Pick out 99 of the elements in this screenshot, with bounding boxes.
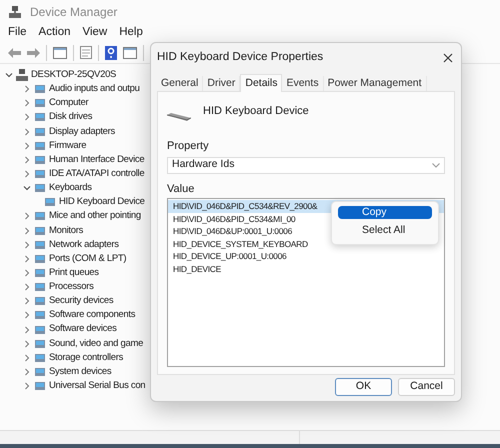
tree-item[interactable]: Network adapters [49,238,119,252]
device-icon [34,267,46,280]
device-icon [34,324,46,336]
window-title: Device Manager [30,4,118,21]
menu-item[interactable]: Select All [338,224,432,237]
menu-item[interactable]: View [78,24,112,42]
close-icon[interactable] [443,53,453,63]
value-item[interactable]: HID\VID_046D&PID_C534&MI_00 [168,212,300,225]
device-name: HID Keyboard Device [203,104,309,119]
chevron-right-icon[interactable] [23,99,31,108]
tree-item[interactable]: Monitors [49,224,84,238]
tree-item[interactable]: Software components [49,308,136,323]
value-item[interactable]: HID_DEVICE_SYSTEM_KEYBOARD [168,238,313,250]
device-icon [34,83,46,96]
device-manager-icon [8,5,22,19]
menu-item[interactable]: File [4,24,31,42]
tree-item[interactable]: Universal Serial Bus con [49,379,146,394]
document-icon[interactable] [80,46,92,59]
chevron-right-icon[interactable] [23,283,31,292]
tree-item[interactable]: Audio inputs and outpu [49,82,140,96]
device-icon [34,210,46,222]
cancel-button[interactable]: Cancel [398,378,455,396]
value-item[interactable]: HID_DEVICE_UP:0001_U:0006 [168,250,292,262]
device-icon [34,309,46,322]
tree-item[interactable]: Print queues [49,266,99,280]
property-dropdown[interactable]: Hardware Ids [167,156,445,174]
chevron-right-icon[interactable] [23,326,31,334]
tree-item[interactable]: Firmware [49,138,86,153]
device-icon [34,182,46,194]
chevron-down-icon[interactable] [23,184,31,192]
back-arrow-icon[interactable] [8,48,21,58]
forward-arrow-icon[interactable] [27,48,40,58]
device-icon [34,295,46,308]
tree-item[interactable]: Processors [49,280,94,294]
dialog-title: HID Keyboard Device Properties [157,50,324,66]
tab[interactable]: Details [240,74,282,92]
device-icon [34,140,46,152]
device-icon [34,238,46,251]
tree-item[interactable]: DESKTOP-25QV20S [31,68,116,82]
device-icon [34,154,46,166]
chevron-right-icon[interactable] [23,226,31,235]
tree-item[interactable]: Storage controllers [49,350,124,366]
tree-item[interactable]: Disk drives [49,110,92,125]
tree-item[interactable]: Ports (COM & LPT) [49,252,126,266]
chevron-right-icon[interactable] [23,240,31,249]
chevron-right-icon[interactable] [23,156,31,164]
tree-item[interactable]: HID Keyboard Device [59,195,145,210]
tree-item[interactable]: Mice and other pointing [49,209,141,224]
tree-item[interactable]: Human Interface Device [49,152,144,168]
window-icon[interactable] [123,46,137,58]
chevron-right-icon[interactable] [23,85,31,94]
device-icon [34,126,46,138]
property-label: Property [167,139,210,154]
help-icon[interactable] [105,46,117,60]
chevron-right-icon[interactable] [23,142,31,150]
device-icon [34,352,46,364]
chevron-right-icon[interactable] [23,254,31,263]
chevron-right-icon[interactable] [23,212,31,220]
device-icon [34,111,46,124]
tree-item[interactable]: Computer [49,96,88,110]
chevron-down-icon[interactable] [5,71,13,80]
device-icon [34,97,46,110]
tree-item[interactable]: Display adapters [49,124,115,139]
device-icon [44,196,56,208]
tree-item[interactable]: System devices [49,364,112,380]
menu-item[interactable]: Copy [338,206,432,219]
chevron-right-icon[interactable] [23,382,31,390]
device-icon [34,338,46,350]
ok-button[interactable]: OK [335,378,392,396]
chevron-right-icon[interactable] [23,269,31,278]
computer-icon [16,69,28,82]
menu-item[interactable]: Help [115,24,147,42]
chevron-right-icon[interactable] [23,311,31,320]
device-icon [34,224,46,237]
chevron-right-icon[interactable] [23,340,31,348]
tree-item[interactable]: Security devices [49,294,114,308]
device-icon [34,168,46,180]
tree-item[interactable]: Software devices [49,322,117,337]
device-icon [34,252,46,265]
chevron-right-icon[interactable] [23,297,31,306]
device-icon [34,380,46,392]
device-icon [34,281,46,294]
chevron-right-icon[interactable] [23,368,31,376]
value-item[interactable]: HID\VID_046D&UP:0001_U:0006 [168,225,298,238]
chevron-right-icon[interactable] [23,170,31,178]
chevron-right-icon[interactable] [23,354,31,362]
device-icon [34,366,46,378]
chevron-down-icon [432,162,440,168]
value-item[interactable]: HID_DEVICE [168,262,226,275]
tree-item[interactable]: Keyboards [49,181,92,196]
tree-item[interactable]: IDE ATA/ATAPI controlle [49,166,144,182]
tree-item[interactable]: Sound, video and game [49,336,144,351]
window-icon[interactable] [53,46,67,58]
chevron-right-icon[interactable] [23,128,31,136]
value-label: Value [167,182,196,196]
chevron-right-icon[interactable] [23,113,31,122]
value-list[interactable]: HID\VID_046D&PID_C534&REV_2900& HID\VID_046D&PID_C534&MI_00 HID\VID_046D&UP:0001_U:0006 HID_DEVICE_SYSTEM_KEYBOARD HID_DEVICE_UP:0001_U:0006 HID_DEVICE Copy Select All [167,198,445,367]
keyboard-icon [167,112,191,122]
menu-item[interactable]: Action [34,24,74,42]
